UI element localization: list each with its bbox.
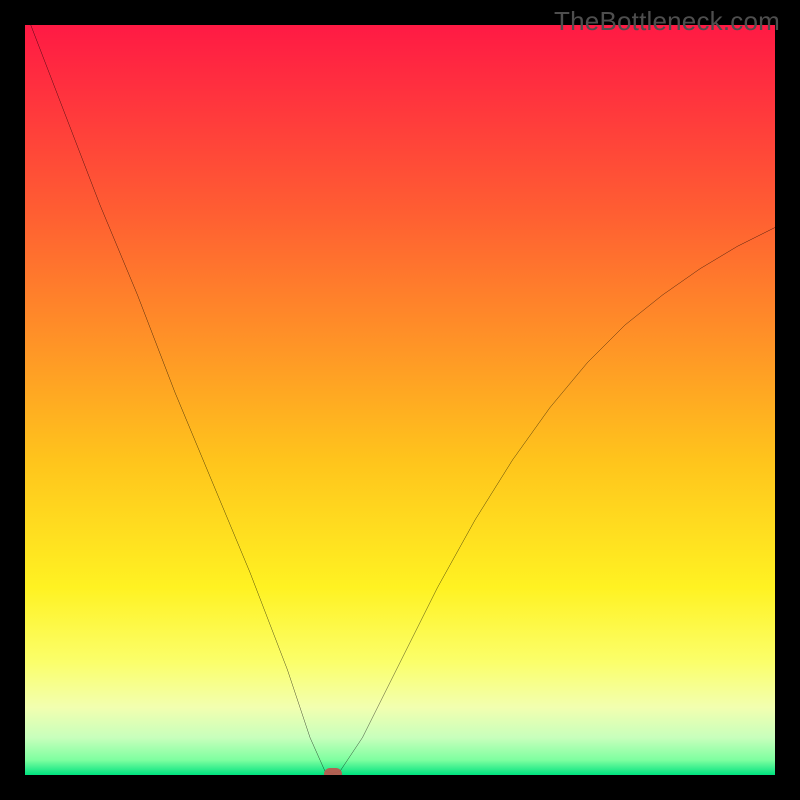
- plot-area: [25, 25, 775, 775]
- minimum-marker: [324, 768, 342, 776]
- bottleneck-curve: [25, 25, 775, 775]
- chart-frame: TheBottleneck.com: [0, 0, 800, 800]
- watermark-text: TheBottleneck.com: [554, 6, 780, 37]
